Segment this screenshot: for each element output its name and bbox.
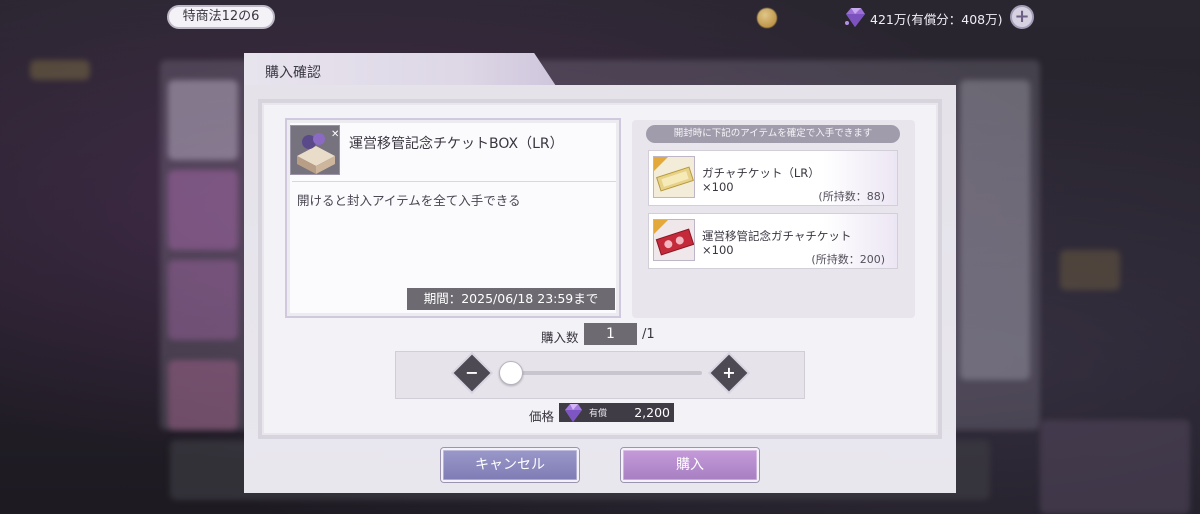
add-gems-button[interactable]: + [1010, 5, 1034, 29]
box-contents-header: 開封時に下記のアイテムを確定で入手できます [646, 125, 900, 143]
price-label: 価格 [529, 409, 555, 424]
item-divider [292, 181, 616, 182]
coin-icon [757, 8, 777, 28]
buy-button[interactable]: 購入 [621, 448, 759, 482]
period-badge: 期間：2025/06/18 23:59まで [407, 288, 615, 310]
minus-icon: − [465, 363, 479, 382]
reward-name: ガチャチケット（LR） [702, 166, 820, 180]
law-notice-button[interactable]: 特商法12の6 [167, 5, 275, 29]
svg-text:✕: ✕ [331, 129, 339, 140]
plus-icon: + [722, 363, 736, 382]
gacha-ticket-lr-icon [653, 156, 695, 198]
paid-currency-tag: 有償 [589, 409, 608, 419]
reward-name: 運営移管記念ガチャチケット [702, 229, 852, 243]
quantity-label: 購入数 [541, 330, 579, 345]
reward-owned-count: (所持数：88) [818, 190, 885, 203]
price-value: 2,200 [634, 405, 670, 420]
paid-gem-icon [565, 404, 582, 422]
gem-icon [845, 8, 865, 27]
item-description: 開けると封入アイテムを全て入手できる [297, 193, 521, 208]
quantity-slider-track[interactable] [508, 371, 702, 375]
dialog-title: 購入確認 [265, 65, 321, 81]
cancel-button[interactable]: キャンセル [441, 448, 579, 482]
reward-owned-count: (所持数：200) [811, 253, 885, 266]
quantity-max: /1 [642, 327, 655, 342]
quantity-input[interactable]: 1 [584, 323, 637, 345]
reward-quantity: ×100 [702, 180, 734, 194]
gem-balance: 421万(有償分：408万) [870, 12, 1003, 27]
quantity-slider-thumb[interactable] [499, 361, 523, 385]
item-name: 運営移管記念チケットBOX（LR） [349, 136, 564, 152]
memorial-gacha-ticket-icon [653, 219, 695, 261]
ticket-box-icon: ✕ [290, 125, 340, 175]
reward-quantity: ×100 [702, 243, 734, 257]
